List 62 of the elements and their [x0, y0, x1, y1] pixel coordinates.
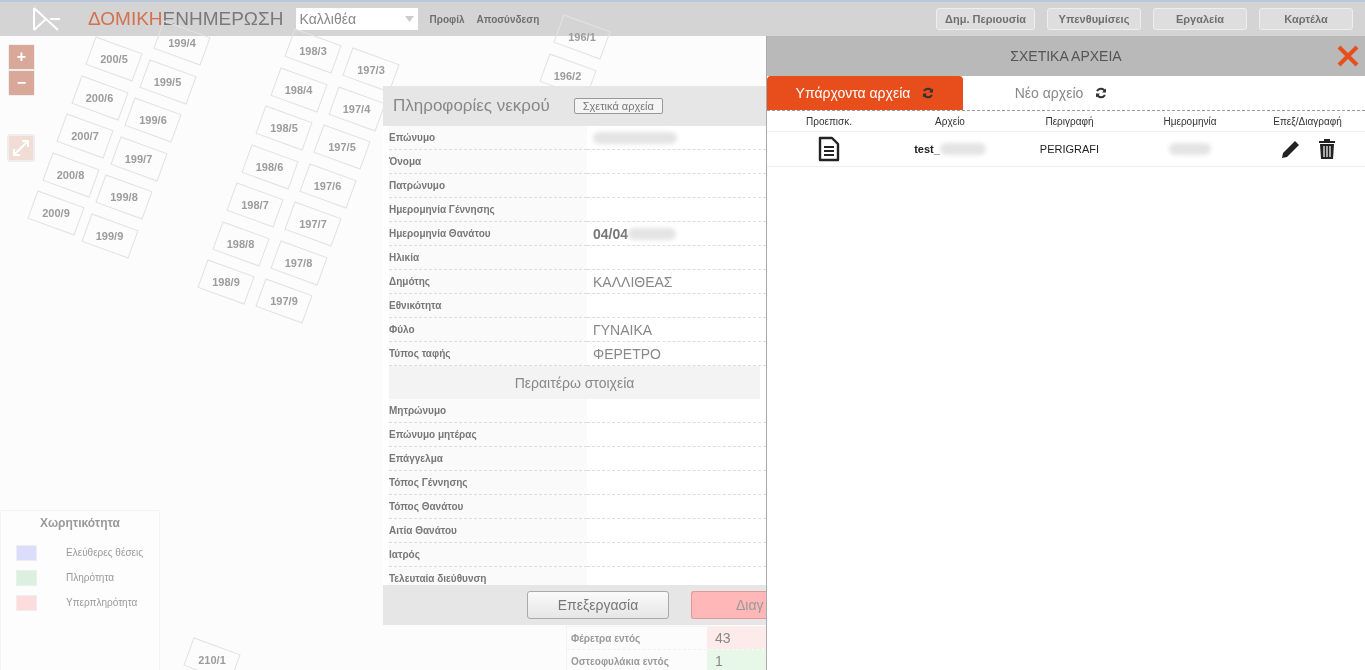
field-label: Δημότης	[389, 270, 587, 294]
delete-button[interactable]: Διαγ	[691, 591, 766, 619]
tab[interactable]: Υπάρχοντα αρχεία	[767, 76, 963, 110]
stat-value: 1	[707, 650, 767, 670]
dialog-title: Πληροφορίες νεκρού	[393, 96, 550, 116]
refresh-icon	[1095, 87, 1108, 99]
field-value: 04/04	[593, 225, 629, 242]
refresh-icon	[922, 87, 935, 99]
column-header: Επεξ/Διαγραφή	[1272, 115, 1343, 127]
field-value: ΓΥΝΑΙΚΑ	[593, 321, 653, 338]
zoom-out-button[interactable]: −	[9, 71, 34, 95]
municipality-select[interactable]: Καλλιθέα	[295, 8, 418, 30]
field-label: Μητρώνυμο	[389, 399, 587, 423]
field-label: Τόπος Γέννησης	[389, 471, 587, 495]
header-link[interactable]: Αποσύνδεση	[476, 13, 540, 25]
field-label: Επώνυμο μητέρας	[389, 423, 587, 447]
field-label: Ιατρός	[389, 543, 587, 567]
field-label: Τελευταία διεύθυνση	[389, 567, 587, 585]
file-description: PERIGRAFI	[1039, 143, 1100, 155]
edit-button[interactable]: Επεξεργασία	[527, 591, 669, 619]
nav-button[interactable]: Δημ. Περιουσία	[936, 8, 1035, 30]
stat-label: Οστεοφυλάκια εντός	[570, 655, 670, 667]
caret-icon	[404, 16, 414, 22]
field-label: Ημερομηνία Θανάτου	[389, 222, 587, 246]
panel-title: ΣΧΕΤΙΚΑ ΑΡΧΕΙΑ	[1010, 48, 1122, 64]
legend-title: Χωρητικότητα	[39, 515, 121, 532]
column-header: Αρχείο	[934, 115, 966, 127]
nav-button[interactable]: Καρτέλα	[1259, 8, 1353, 30]
legend-label: Ελεύθερες θέσεις	[66, 547, 144, 558]
field-label: Τύπος ταφής	[389, 342, 587, 366]
field-label: Τόπος Θανάτου	[389, 495, 587, 519]
field-label: Φύλο	[389, 318, 587, 342]
field-label: Πατρώνυμο	[389, 174, 587, 198]
logo-icon	[32, 6, 62, 32]
field-value: ΚΑΛΛΙΘΕΑΣ	[593, 273, 673, 290]
field-label: Εθνικότητα	[389, 294, 587, 318]
field-label: Όνομα	[389, 150, 587, 174]
section-heading: Περαιτέρω στοιχεία	[389, 366, 760, 399]
field-label: Αιτία Θανάτου	[389, 519, 587, 543]
stat-value: 43	[707, 627, 767, 649]
related-files-button[interactable]: Σχετικά αρχεία	[573, 98, 663, 114]
legend-label: Υπερπληρότητα	[66, 597, 138, 608]
file-name: test_	[914, 143, 940, 155]
nav-button[interactable]: Υπενθυμίσεις	[1047, 8, 1141, 30]
nav-button[interactable]: Εργαλεία	[1153, 8, 1247, 30]
document-icon[interactable]	[818, 136, 840, 162]
column-header: Προεπισκ.	[805, 115, 853, 127]
stat-label: Φέρετρα εντός	[570, 632, 642, 644]
header-link[interactable]: Προφίλ	[429, 13, 465, 25]
expand-icon	[11, 138, 31, 158]
field-label: Ημερομηνία Γέννησης	[389, 198, 587, 222]
legend-label: Πληρότητα	[66, 572, 114, 583]
field-label: Ηλικία	[389, 246, 587, 270]
field-label: Επάγγελμα	[389, 447, 587, 471]
column-header: Ημερομηνία	[1162, 115, 1218, 127]
zoom-in-button[interactable]: +	[9, 45, 34, 69]
tab[interactable]: Νέο αρχείο	[963, 76, 1159, 110]
field-label: Επώνυμο	[389, 126, 587, 150]
column-header: Περιγραφή	[1044, 115, 1095, 127]
trash-icon[interactable]	[1317, 138, 1336, 160]
edit-icon[interactable]	[1279, 138, 1302, 160]
field-value: ΦΕΡΕΤΡΟ	[593, 345, 661, 362]
